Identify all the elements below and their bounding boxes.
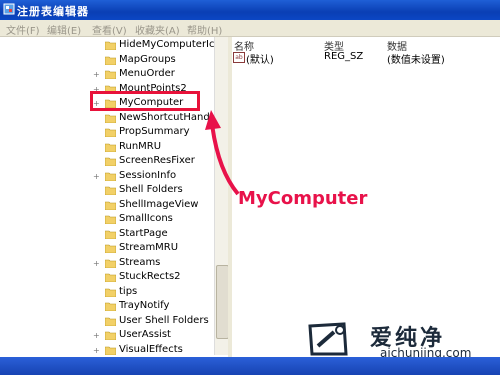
folder-icon: [105, 259, 116, 268]
window-title: 注册表编辑器: [17, 5, 89, 18]
folder-icon: [105, 288, 116, 297]
string-value-icon: ab: [233, 52, 245, 63]
expand-icon[interactable]: +: [93, 331, 100, 340]
watermark: 爱纯净 aichunjing.com: [296, 320, 500, 360]
tree-item[interactable]: NewShortcutHandlers: [0, 112, 228, 126]
tree-scrollbar[interactable]: [214, 37, 229, 355]
folder-icon: [105, 215, 116, 224]
tree-item[interactable]: HideMyComputerIcons: [0, 39, 228, 53]
tree-item[interactable]: tips: [0, 286, 215, 300]
tree-item[interactable]: Shell Folders: [0, 184, 215, 198]
tree-item-label: MenuOrder: [119, 68, 175, 79]
tree-item-label: tips: [119, 285, 138, 297]
folder-icon: [105, 230, 116, 239]
folder-icon: [105, 172, 116, 181]
folder-icon: [105, 70, 116, 79]
tree-item-label: HideMyComputerIcons: [119, 39, 228, 50]
menu-bar: 文件(F) 编辑(E) 查看(V) 收藏夹(A) 帮助(H): [0, 20, 500, 37]
tree-item-label: StartPage: [119, 227, 168, 239]
folder-icon: [105, 41, 116, 50]
tree-item-label: PropSummary: [119, 126, 190, 137]
tree-item[interactable]: + VisualEffects: [0, 344, 215, 358]
folder-icon: [105, 331, 116, 340]
highlight-box: [90, 91, 200, 111]
tree-item[interactable]: StreamMRU: [0, 242, 215, 256]
folder-icon: [105, 244, 116, 253]
tree-item-label: StuckRects2: [119, 271, 181, 282]
tree-item[interactable]: User Shell Folders: [0, 315, 215, 329]
tree-item[interactable]: RunMRU: [0, 141, 215, 155]
value-name: (默认): [246, 55, 274, 66]
tree-item[interactable]: StuckRects2: [0, 271, 215, 285]
folder-icon: [105, 302, 116, 311]
tree-item[interactable]: SmallIcons: [0, 213, 215, 227]
taskbar: [0, 357, 500, 375]
tree-item[interactable]: TrayNotify: [0, 300, 215, 314]
tree-item[interactable]: + MenuOrder: [0, 68, 215, 82]
tree-item-label: ShellImageView: [119, 198, 199, 210]
tree-item[interactable]: MapGroups: [0, 54, 215, 68]
tree-item-label: Streams: [119, 256, 161, 268]
tree-item-label: ScreenResFixer: [119, 155, 195, 166]
tree-item[interactable]: + UserAssist: [0, 329, 215, 343]
folder-icon: [105, 317, 116, 326]
expand-icon[interactable]: +: [93, 70, 100, 79]
menu-help[interactable]: 帮助(H): [187, 22, 222, 37]
folder-icon: [105, 201, 116, 210]
menu-file[interactable]: 文件(F): [6, 22, 40, 37]
tree-item-label: SmallIcons: [119, 213, 173, 224]
key-tree: HideMyComputerIcons MapGroups + MenuOrder + M…: [0, 37, 228, 357]
tree-item-label: NewShortcutHandlers: [119, 111, 228, 123]
folder-icon: [105, 273, 116, 282]
watermark-logo-icon: [308, 322, 348, 356]
folder-icon: [105, 128, 116, 137]
tree-item-label: TrayNotify: [119, 300, 170, 311]
tree-item[interactable]: + SessionInfo: [0, 170, 215, 184]
folder-icon: [105, 143, 116, 152]
tree-item-label: SessionInfo: [119, 169, 177, 181]
tree-item-label: Shell Folders: [119, 184, 183, 195]
folder-icon: [105, 186, 116, 195]
value-data: (数值未设置): [387, 55, 445, 66]
tree-item[interactable]: ScreenResFixer: [0, 155, 215, 169]
annotation-callout: MyComputer: [238, 188, 368, 209]
tree-item-label: RunMRU: [119, 140, 162, 152]
tree-item-label: StreamMRU: [119, 242, 179, 253]
expand-icon[interactable]: +: [93, 172, 100, 181]
tree-item[interactable]: + Streams: [0, 257, 215, 271]
tree-item-label: MapGroups: [119, 53, 176, 65]
folder-icon: [105, 346, 116, 355]
tree-item-label: UserAssist: [119, 329, 171, 340]
tree-item-label: User Shell Folders: [119, 314, 209, 326]
expand-icon[interactable]: +: [93, 346, 100, 355]
folder-icon: [105, 157, 116, 166]
menu-view[interactable]: 查看(V): [92, 22, 127, 37]
title-bar[interactable]: 注册表编辑器: [0, 0, 500, 20]
folder-icon: [105, 114, 116, 123]
menu-favorites[interactable]: 收藏夹(A): [135, 22, 180, 37]
regedit-icon: [3, 3, 15, 15]
tree-item[interactable]: ShellImageView: [0, 199, 215, 213]
menu-edit[interactable]: 编辑(E): [47, 22, 81, 37]
tree-item-label: VisualEffects: [119, 343, 183, 355]
tree-item[interactable]: PropSummary: [0, 126, 215, 140]
tree-item[interactable]: StartPage: [0, 228, 215, 242]
expand-icon[interactable]: +: [93, 259, 100, 268]
value-type: REG_SZ: [324, 51, 364, 62]
folder-icon: [105, 56, 116, 65]
